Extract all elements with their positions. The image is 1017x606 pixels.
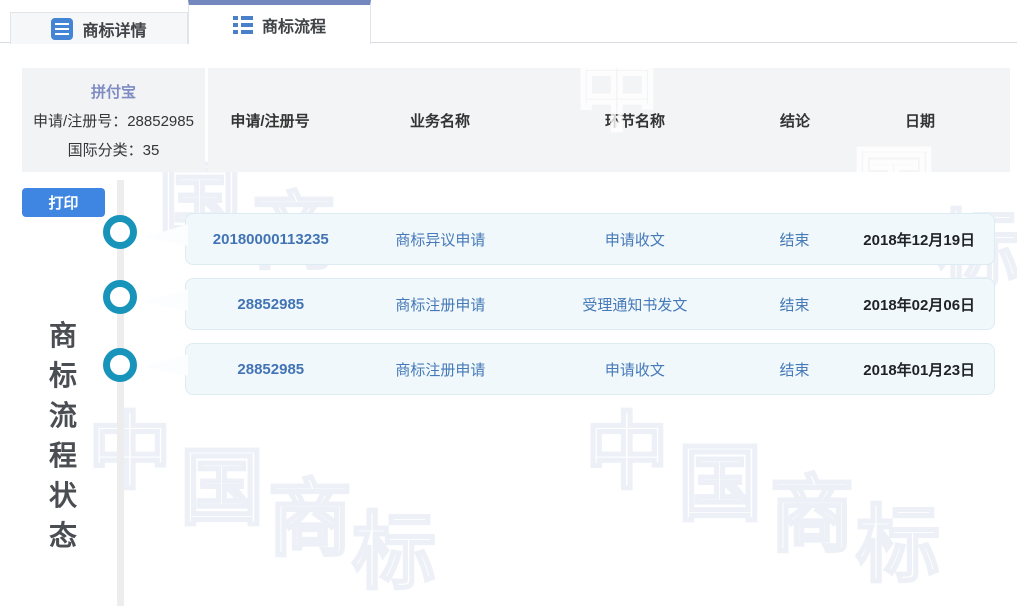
- cell-business-name: 商标异议申请: [356, 229, 526, 250]
- cell-date: 2018年02月06日: [844, 294, 994, 315]
- timeline-node-icon: [103, 280, 137, 314]
- flow-row[interactable]: 28852985 商标注册申请 受理通知书发文 结束 2018年02月06日: [185, 278, 995, 330]
- watermark-glyph: 商: [770, 473, 854, 557]
- timeline-node-icon: [103, 215, 137, 249]
- bubble-tail: [145, 352, 188, 378]
- brand-name: 拼付宝: [91, 81, 136, 102]
- watermark-glyph: 标: [856, 503, 940, 587]
- cell-business-name: 商标注册申请: [356, 359, 526, 380]
- flow-row[interactable]: 28852985 商标注册申请 申请收文 结束 2018年01月23日: [185, 343, 995, 395]
- tab-label: 商标详情: [82, 17, 146, 41]
- side-label-char: 状: [46, 482, 80, 510]
- tab-bar: 商标详情 商标流程: [0, 0, 1017, 43]
- cell-date: 2018年12月19日: [844, 229, 994, 250]
- cell-result: 结束: [745, 229, 845, 250]
- header-step-name: 环节名称: [525, 110, 745, 131]
- cell-reg-no: 28852985: [186, 296, 356, 313]
- header-date: 日期: [845, 110, 995, 131]
- bubble-tail: [145, 287, 188, 313]
- watermark-glyph: 国: [678, 442, 762, 526]
- trademark-info-card: 拼付宝 申请/注册号：28852985 国际分类：35: [22, 68, 205, 172]
- cell-result: 结束: [745, 359, 845, 380]
- cell-step-name: 申请收文: [525, 229, 744, 250]
- watermark-glyph: 中: [585, 410, 669, 494]
- cell-result: 结束: [745, 294, 845, 315]
- cell-business-name: 商标注册申请: [356, 294, 526, 315]
- timeline-node-icon: [103, 348, 137, 382]
- list-icon: [233, 16, 253, 34]
- international-class-line: 国际分类：35: [68, 139, 160, 160]
- registration-number-line: 申请/注册号：28852985: [33, 110, 194, 131]
- header-result: 结论: [745, 110, 845, 131]
- header-business-name: 业务名称: [355, 110, 525, 131]
- watermark-glyph: 国: [180, 446, 264, 530]
- cell-date: 2018年01月23日: [844, 359, 994, 380]
- side-label-char: 态: [46, 522, 80, 550]
- flow-status-vertical-label: 商 标 流 程 状 态: [46, 322, 80, 550]
- side-label-char: 程: [46, 442, 80, 470]
- watermark-glyph: 中: [88, 410, 172, 494]
- flow-table-header: 申请/注册号 业务名称 环节名称 结论 日期: [208, 68, 1010, 172]
- cell-reg-no: 28852985: [186, 361, 356, 378]
- flow-row[interactable]: 20180000113235 商标异议申请 申请收文 结束 2018年12月19…: [185, 213, 995, 265]
- side-label-char: 流: [46, 402, 80, 430]
- watermark-glyph: 商: [268, 477, 352, 561]
- bubble-tail: [145, 222, 188, 248]
- trademark-flow-page: 国 商 标 中 国 商 标 中 国 商 标 商标详情 商标流程 拼付宝 申请/注…: [0, 0, 1017, 606]
- cell-step-name: 申请收文: [525, 359, 744, 380]
- tab-trademark-flow[interactable]: 商标流程: [188, 0, 371, 44]
- watermark-glyph: 标: [352, 510, 436, 594]
- side-label-char: 商: [46, 322, 80, 350]
- print-button[interactable]: 打印: [22, 188, 105, 217]
- tab-label: 商标流程: [262, 13, 326, 37]
- header-reg-no: 申请/注册号: [185, 110, 355, 131]
- tab-trademark-details[interactable]: 商标详情: [10, 12, 188, 44]
- cell-step-name: 受理通知书发文: [525, 294, 744, 315]
- cell-reg-no: 20180000113235: [186, 231, 356, 248]
- document-icon: [51, 18, 73, 40]
- side-label-char: 标: [46, 362, 80, 390]
